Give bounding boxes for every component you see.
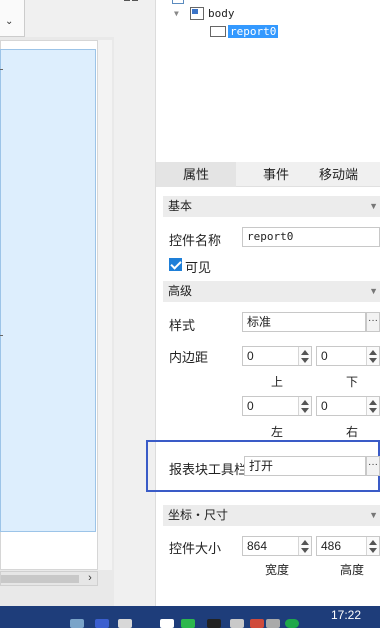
padding-top-input[interactable]: 0 (242, 346, 312, 366)
taskbar-app-icon[interactable] (285, 619, 299, 628)
size-label: 控件大小 (169, 541, 222, 556)
width-value: 864 (247, 539, 268, 553)
padding-bottom-value: 0 (321, 349, 328, 363)
spinner-arrows-icon[interactable] (298, 347, 311, 365)
horizontal-scroll-thumb[interactable] (1, 575, 79, 583)
padding-left-input[interactable]: 0 (242, 396, 312, 416)
collapse-icon: ▼ (369, 201, 378, 211)
padding-bottom-input[interactable]: 0 (316, 346, 380, 366)
padding-left-value: 0 (247, 399, 254, 413)
body-icon (190, 7, 204, 20)
property-tabs: 属性 事件 移动端 (156, 162, 380, 187)
taskbar-app-icon[interactable] (70, 619, 84, 628)
collapse-icon: ▼ (369, 286, 378, 296)
collapse-icon: ▼ (369, 510, 378, 520)
tree-item-body-label: body (208, 7, 235, 20)
visible-label: 可见 (185, 260, 212, 275)
tree-item-body[interactable]: ▼ body (174, 7, 235, 20)
padding-bottom-label: 下 (345, 375, 358, 389)
width-label: 宽度 (264, 563, 289, 577)
report-canvas-area: ⌄ › (0, 0, 114, 606)
padding-top-value: 0 (247, 349, 254, 363)
taskbar-app-icon[interactable] (230, 619, 244, 628)
toolbar-input[interactable]: 打开 (244, 456, 366, 476)
taskbar-app-icon[interactable] (95, 619, 109, 628)
taskbar-clock[interactable]: 17:22 (331, 608, 361, 622)
spinner-arrows-icon[interactable] (366, 347, 379, 365)
style-label: 样式 (169, 318, 196, 333)
width-input[interactable]: 864 (242, 536, 312, 556)
report-icon (210, 26, 226, 37)
report-block-report0[interactable] (0, 49, 96, 532)
tab-events[interactable]: 事件 (236, 162, 316, 187)
padding-left-label: 左 (270, 425, 283, 439)
taskbar-app-icon[interactable] (207, 619, 221, 628)
chevron-down-icon: ⌄ (5, 16, 14, 27)
widget-tree: ▼ body report0 (156, 0, 380, 162)
section-basic[interactable]: 基本 ▼ (163, 196, 380, 217)
scroll-right-icon[interactable]: › (83, 572, 97, 586)
toolbar-label: 报表块工具栏 (169, 462, 248, 477)
height-input[interactable]: 486 (316, 536, 380, 556)
tree-root-icon (172, 0, 184, 4)
padding-right-label: 右 (345, 425, 358, 439)
spinner-arrows-icon[interactable] (366, 537, 379, 555)
taskbar-app-icon[interactable] (118, 619, 132, 628)
section-advanced[interactable]: 高级 ▼ (163, 281, 380, 302)
control-name-input[interactable]: report0 (242, 227, 380, 247)
canvas-toolbar-strip (25, 0, 114, 37)
style-more-button[interactable]: ··· (366, 312, 380, 332)
tab-properties[interactable]: 属性 (156, 162, 236, 187)
section-coords[interactable]: 坐标・尺寸 ▼ (163, 505, 380, 526)
height-label: 高度 (339, 563, 364, 577)
padding-label: 内边距 (169, 350, 209, 365)
style-input[interactable]: 标准 (242, 312, 366, 332)
tree-item-report0[interactable]: report0 (210, 25, 279, 38)
taskbar-wechat-icon[interactable] (181, 619, 195, 628)
taskbar-app-icon[interactable] (250, 619, 264, 628)
ruler-marks (0, 49, 3, 532)
visible-checkbox[interactable] (169, 258, 182, 271)
padding-right-input[interactable]: 0 (316, 396, 380, 416)
section-coords-label: 坐标・尺寸 (168, 508, 229, 522)
vertical-scrollbar[interactable] (98, 40, 112, 570)
taskbar (0, 606, 380, 628)
padding-right-value: 0 (321, 399, 328, 413)
padding-top-label: 上 (270, 375, 283, 389)
zoom-dropdown[interactable]: ⌄ (0, 0, 25, 37)
section-basic-label: 基本 (168, 199, 193, 213)
taskbar-app-icon[interactable] (266, 619, 280, 628)
tab-mobile[interactable]: 移动端 (316, 162, 380, 187)
control-name-label: 控件名称 (169, 233, 222, 248)
tree-expand-icon[interactable]: ▼ (174, 9, 184, 18)
spinner-arrows-icon[interactable] (298, 537, 311, 555)
section-advanced-label: 高级 (168, 284, 193, 298)
toolbar-more-button[interactable]: ··· (366, 456, 380, 476)
spinner-arrows-icon[interactable] (298, 397, 311, 415)
height-value: 486 (321, 539, 342, 553)
layout-grid-icon[interactable] (124, 0, 142, 8)
taskbar-app-icon[interactable] (160, 619, 174, 628)
tree-item-report0-label: report0 (228, 25, 279, 38)
spinner-arrows-icon[interactable] (366, 397, 379, 415)
